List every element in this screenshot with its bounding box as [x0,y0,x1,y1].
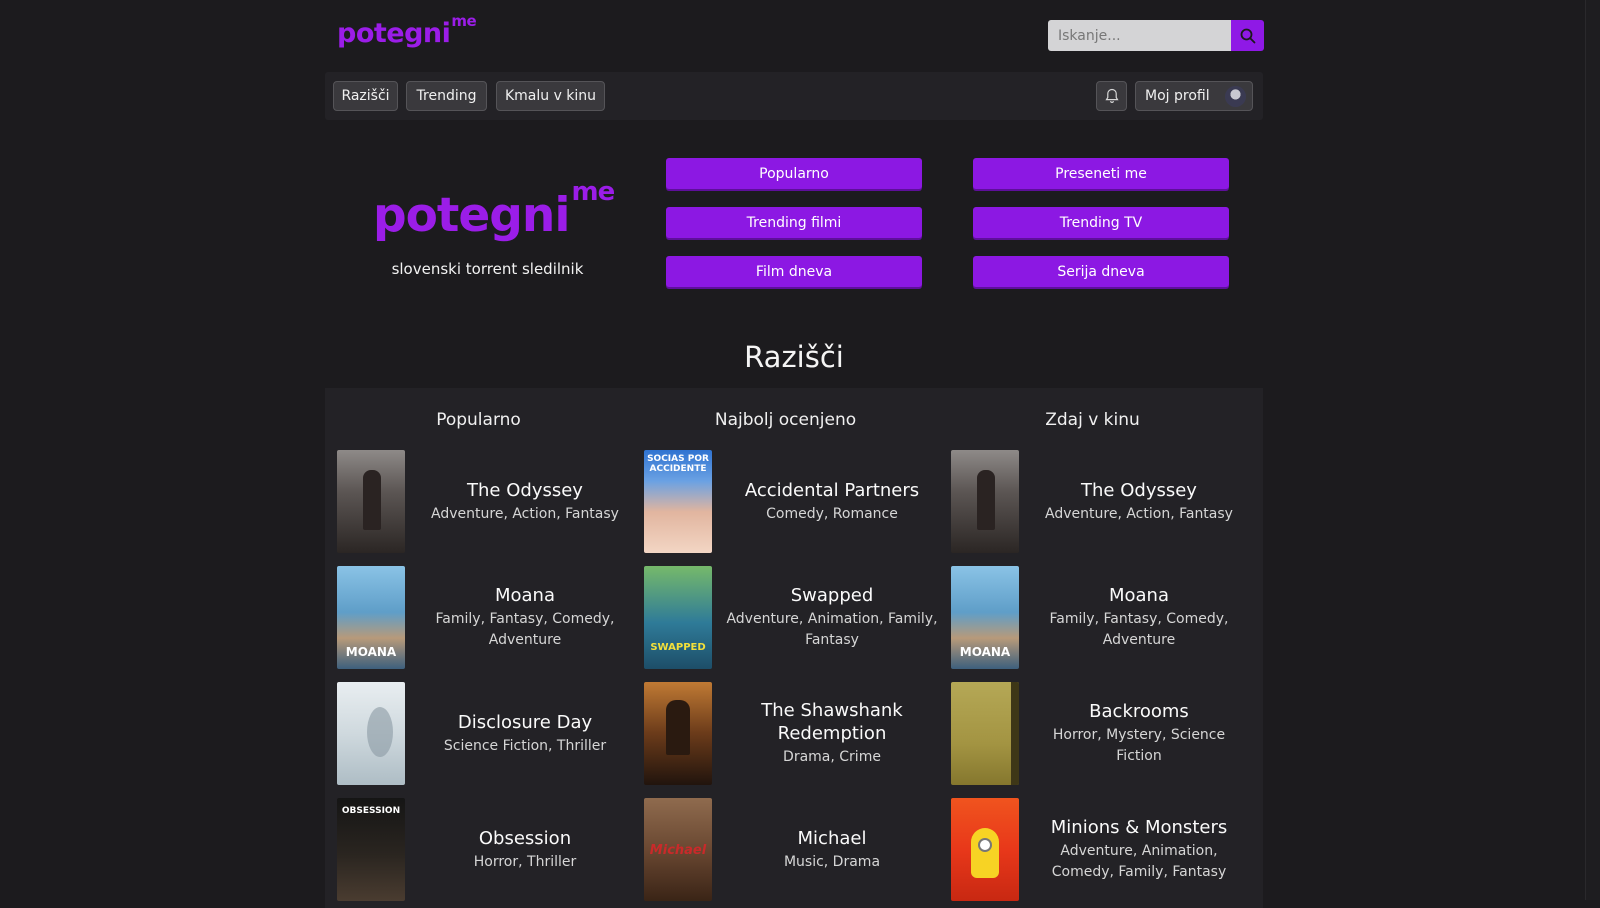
film-dneva-button[interactable]: Film dneva [666,256,922,287]
list-item[interactable]: SWAPPED Swapped Adventure, Animation, Fa… [644,566,939,669]
poster-image: SOCIAS POR ACCIDENTE [644,450,712,553]
item-genres: Adventure, Action, Fantasy [1045,505,1233,522]
popularno-button[interactable]: Popularno [666,158,922,189]
item-genres: Adventure, Action, Fantasy [431,505,619,522]
item-info: Obsession Horror, Thriller [415,798,635,901]
serija-dneva-button[interactable]: Serija dneva [973,256,1229,287]
bell-icon [1104,88,1119,104]
item-info: Backrooms Horror, Mystery, Science Ficti… [1029,682,1249,785]
item-genres: Comedy, Romance [766,505,898,522]
profile-label: Moj profil [1145,88,1210,104]
nav-razisci[interactable]: Razišči [333,81,398,111]
poster-image: OBSESSION [337,798,405,901]
search-bar [1048,20,1264,51]
poster-image: SWAPPED [644,566,712,669]
column-title: Najbolj ocenjeno [714,410,857,430]
nav-kmalu-v-kinu[interactable]: Kmalu v kinu [496,81,605,111]
poster-image [951,798,1019,901]
item-title: Moana [494,585,555,606]
preseneti-me-button[interactable]: Preseneti me [973,158,1229,189]
profile-button[interactable]: Moj profil [1135,81,1253,111]
item-genres: Music, Drama [783,853,881,870]
item-genres: Family, Fantasy, Comedy, Adventure [435,611,615,648]
item-genres: Drama, Crime [783,749,881,765]
navbar: Razišči Trending Kmalu v kinu Moj profil [325,72,1263,120]
list-item[interactable]: Michael Michael Music, Drama [644,798,939,901]
list-item[interactable]: Disclosure Day Science Fiction, Thriller [337,682,632,785]
poster-image [951,450,1019,553]
item-info: Moana Family, Fantasy, Comedy, Adventure [415,566,635,669]
list-item[interactable]: MOANA Moana Family, Fantasy, Comedy, Adv… [337,566,632,669]
poster-image [644,682,712,785]
hero-logo: potegnime [373,177,615,243]
list-item[interactable]: SOCIAS POR ACCIDENTE Accidental Partners… [644,450,939,553]
column-title: Zdaj v kinu [1045,410,1140,430]
poster-image: MOANA [337,566,405,669]
search-icon [1240,28,1255,43]
item-info: The Shawshank Redemption Drama, Crime [722,682,942,785]
section-title: Razišči [744,340,844,374]
item-title: Moana [1108,585,1169,606]
item-title: The Shawshank Redemption [761,700,903,744]
poster-image [337,450,405,553]
list-item[interactable]: The Shawshank Redemption Drama, Crime [644,682,939,785]
item-info: Moana Family, Fantasy, Comedy, Adventure [1029,566,1249,669]
item-info: Minions & Monsters Adventure, Animation,… [1029,798,1249,901]
poster-image [337,682,405,785]
item-genres: Horror, Thriller [473,853,577,870]
notifications-button[interactable] [1096,81,1127,111]
item-genres: Adventure, Animation, Family, Fantasy [726,611,938,648]
search-button[interactable] [1231,20,1264,51]
search-input[interactable] [1048,20,1231,51]
list-item[interactable]: MOANA Moana Family, Fantasy, Comedy, Adv… [951,566,1246,669]
column-title: Popularno [436,410,521,430]
trending-tv-button[interactable]: Trending TV [973,207,1229,238]
item-title: Michael [797,827,867,849]
list-item[interactable]: The Odyssey Adventure, Action, Fantasy [951,450,1246,553]
item-info: Michael Music, Drama [722,798,942,901]
item-info: Disclosure Day Science Fiction, Thriller [415,682,635,785]
item-title: Minions & Monsters [1050,817,1228,838]
item-title: The Odyssey [1081,479,1197,501]
scrollbar[interactable] [1585,0,1600,900]
item-title: Swapped [790,585,874,606]
list-item[interactable]: Backrooms Horror, Mystery, Science Ficti… [951,682,1246,785]
item-genres: Horror, Mystery, Science Fiction [1052,727,1226,764]
item-info: Swapped Adventure, Animation, Family, Fa… [722,566,942,669]
item-info: The Odyssey Adventure, Action, Fantasy [1029,450,1249,553]
tagline: slovenski torrent sledilnik [391,260,584,278]
item-info: The Odyssey Adventure, Action, Fantasy [415,450,635,553]
poster-image: Michael [644,798,712,901]
explore-panel: Popularno The Odyssey Adventure, Action,… [325,388,1263,908]
site-logo[interactable]: potegnime [337,12,477,49]
item-genres: Family, Fantasy, Comedy, Adventure [1049,611,1229,648]
item-info: Accidental Partners Comedy, Romance [722,450,942,553]
item-title: The Odyssey [467,479,583,501]
poster-image [951,682,1019,785]
list-item[interactable]: OBSESSION Obsession Horror, Thriller [337,798,632,901]
list-item[interactable]: Minions & Monsters Adventure, Animation,… [951,798,1246,901]
item-title: Backrooms [1089,701,1189,722]
item-genres: Adventure, Animation, Comedy, Family, Fa… [1051,843,1227,880]
avatar [1225,86,1246,107]
nav-trending[interactable]: Trending [406,81,487,111]
item-title: Obsession [478,827,572,849]
poster-image: MOANA [951,566,1019,669]
item-title: Disclosure Day [457,711,593,733]
list-item[interactable]: The Odyssey Adventure, Action, Fantasy [337,450,632,553]
trending-filmi-button[interactable]: Trending filmi [666,207,922,238]
item-title: Accidental Partners [744,479,920,501]
item-genres: Science Fiction, Thriller [443,737,607,754]
